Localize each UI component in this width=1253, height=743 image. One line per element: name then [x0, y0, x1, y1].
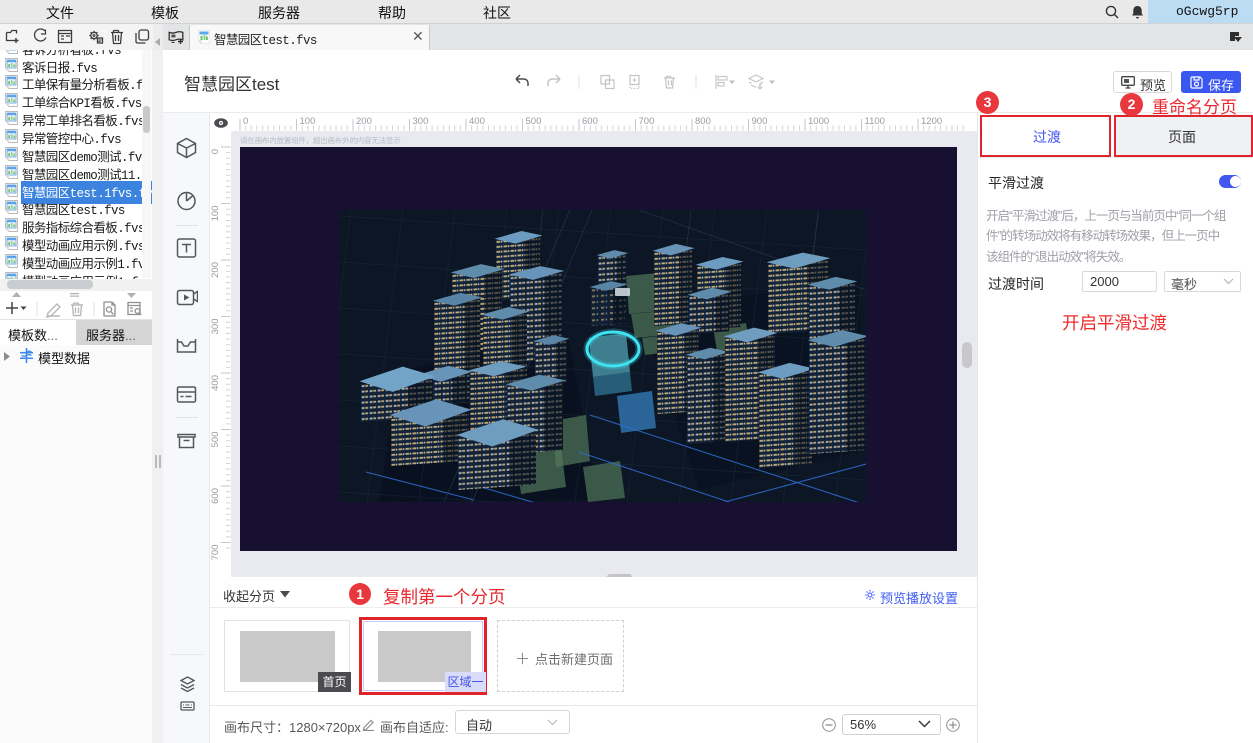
- svg-text:1000: 1000: [808, 116, 829, 127]
- svg-text:200: 200: [210, 262, 221, 278]
- svg-text:400: 400: [469, 116, 485, 127]
- svg-text:400: 400: [210, 375, 221, 391]
- svg-text:800: 800: [695, 116, 711, 127]
- svg-text:0: 0: [210, 149, 221, 154]
- svg-text:100: 100: [210, 206, 221, 222]
- svg-text:900: 900: [752, 116, 768, 127]
- svg-text:700: 700: [639, 116, 655, 127]
- svg-text:600: 600: [582, 116, 598, 127]
- svg-text:600: 600: [210, 488, 221, 504]
- svg-text:200: 200: [356, 116, 372, 127]
- svg-text:1100: 1100: [865, 116, 885, 127]
- svg-text:500: 500: [526, 116, 542, 127]
- svg-text:300: 300: [413, 116, 429, 127]
- svg-text:100: 100: [300, 116, 316, 127]
- svg-text:1200: 1200: [921, 116, 942, 127]
- svg-text:500: 500: [210, 432, 221, 448]
- svg-text:700: 700: [210, 545, 221, 561]
- svg-text:0: 0: [243, 116, 248, 127]
- svg-text:300: 300: [210, 319, 221, 335]
